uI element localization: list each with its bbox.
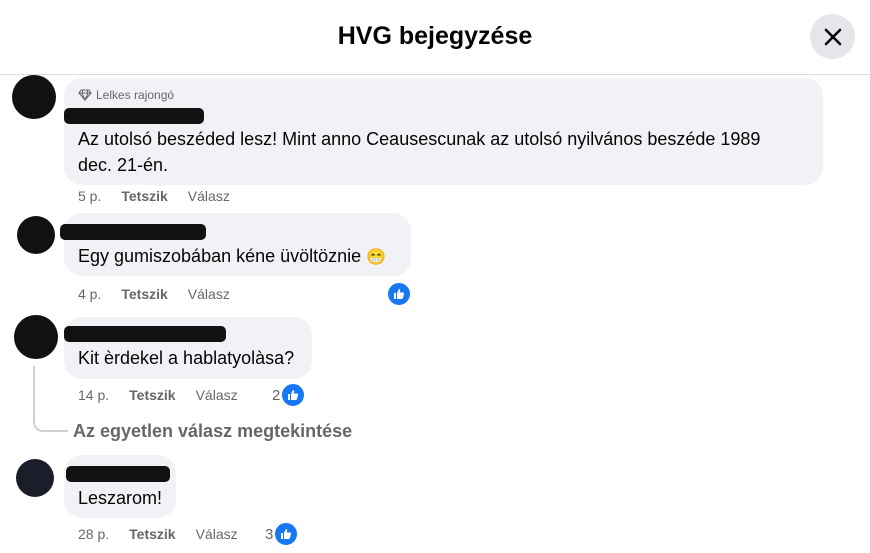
badge-label: Lelkes rajongó bbox=[96, 88, 175, 102]
reply-thread-line bbox=[33, 366, 68, 432]
comment-text: Az utolsó beszéded lesz! Mint anno Ceaus… bbox=[78, 129, 761, 175]
redacted-author-name[interactable] bbox=[64, 108, 204, 124]
dialog-title: HVG bejegyzése bbox=[337, 22, 533, 50]
comment-actions: 5 p. Tetszik Válasz bbox=[78, 188, 230, 204]
fan-badge: Lelkes rajongó bbox=[78, 88, 174, 102]
reaction-count: 2 bbox=[272, 386, 281, 404]
avatar[interactable] bbox=[14, 315, 58, 359]
redacted-author-name[interactable] bbox=[66, 466, 170, 482]
like-button[interactable]: Tetszik bbox=[129, 526, 175, 542]
reaction-summary[interactable]: 3 bbox=[265, 522, 299, 546]
timestamp[interactable]: 5 p. bbox=[78, 188, 101, 204]
diamond-icon bbox=[78, 89, 92, 101]
close-icon bbox=[824, 28, 841, 45]
avatar[interactable] bbox=[17, 216, 55, 254]
like-reaction-icon bbox=[281, 383, 306, 407]
like-button[interactable]: Tetszik bbox=[129, 387, 175, 403]
like-reaction-icon bbox=[387, 282, 411, 306]
view-replies-link[interactable]: Az egyetlen válasz megtekintése bbox=[73, 421, 352, 442]
comment-actions: 4 p. Tetszik Válasz bbox=[78, 286, 230, 302]
comment-actions: 28 p. Tetszik Válasz bbox=[78, 526, 238, 542]
reaction-summary[interactable] bbox=[387, 282, 411, 306]
reply-button[interactable]: Válasz bbox=[196, 387, 238, 403]
comment-bubble: Lelkes rajongó Az utolsó beszéded lesz! … bbox=[64, 78, 823, 185]
reply-button[interactable]: Válasz bbox=[188, 188, 230, 204]
reply-button[interactable]: Válasz bbox=[196, 526, 238, 542]
reaction-count: 3 bbox=[265, 525, 274, 543]
like-reaction-icon bbox=[274, 522, 299, 546]
reaction-summary[interactable]: 2 bbox=[272, 383, 306, 407]
like-button[interactable]: Tetszik bbox=[121, 286, 167, 302]
timestamp[interactable]: 4 p. bbox=[78, 286, 101, 302]
comment-text: Leszarom! bbox=[78, 488, 163, 508]
avatar[interactable] bbox=[16, 459, 54, 497]
comment-text: Egy gumiszobában kéne üvöltöznie 😁 bbox=[78, 246, 387, 266]
timestamp[interactable]: 14 p. bbox=[78, 387, 109, 403]
dialog-header: HVG bejegyzése bbox=[0, 0, 870, 75]
grin-emoji: 😁 bbox=[366, 249, 387, 266]
comment-bubble: Leszarom! bbox=[64, 455, 176, 518]
timestamp[interactable]: 28 p. bbox=[78, 526, 109, 542]
comment-text: Kit èrdekel a hablatyolàsa? bbox=[78, 348, 295, 368]
reply-button[interactable]: Válasz bbox=[188, 286, 230, 302]
comment-bubble: Kit èrdekel a hablatyolàsa? bbox=[64, 317, 312, 379]
avatar[interactable] bbox=[12, 75, 56, 119]
comment-actions: 14 p. Tetszik Válasz bbox=[78, 387, 238, 403]
like-button[interactable]: Tetszik bbox=[121, 188, 167, 204]
comment-bubble: Egy gumiszobában kéne üvöltöznie 😁 bbox=[60, 213, 411, 276]
redacted-author-name[interactable] bbox=[64, 326, 226, 342]
close-button[interactable] bbox=[810, 14, 855, 59]
redacted-author-name[interactable] bbox=[60, 224, 206, 240]
